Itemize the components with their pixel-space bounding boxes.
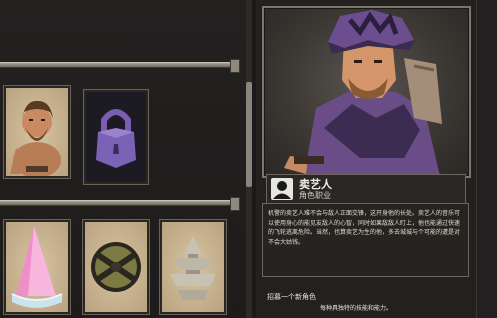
- lock-icon: [96, 109, 136, 168]
- character-name-box: 卖艺人 角色职业: [266, 174, 466, 205]
- character-portrait: [262, 6, 471, 178]
- pagoda-card[interactable]: [160, 220, 226, 314]
- character-role: 角色职业: [299, 191, 331, 200]
- unlock-hint: 招募一个新角色: [267, 293, 316, 301]
- barbarian-card[interactable]: [4, 86, 70, 178]
- scrollbar-thumb[interactable]: [246, 82, 252, 187]
- wizard-hat-card[interactable]: [4, 220, 70, 314]
- person-icon: [273, 181, 291, 199]
- unlock-hint-detail: 每种具独特的技能和能力。: [320, 305, 393, 312]
- shield-card[interactable]: [83, 220, 149, 314]
- character-description: 机警的卖艺人难不会与敌人正面交锋，这开身他的长处。卖艺人的音乐可以使用身心的能见…: [268, 210, 461, 246]
- bard-portrait-icon: [284, 10, 442, 176]
- avatar: [271, 178, 293, 200]
- barbarian-icon: [10, 100, 61, 178]
- pagoda-icon: [170, 236, 216, 300]
- right-edge-panel: [476, 0, 497, 318]
- shield-icon: [91, 242, 141, 292]
- row-divider-top: [0, 59, 240, 73]
- lock-card[interactable]: [84, 90, 148, 184]
- row-divider-middle: [0, 197, 240, 211]
- character-description-box: 机警的卖艺人难不会与敌人正面交锋，这开身他的长处。卖艺人的音乐可以使用身心的能见…: [262, 203, 469, 277]
- character-list-panel: [0, 0, 252, 318]
- wizard-hat-icon: [11, 226, 63, 308]
